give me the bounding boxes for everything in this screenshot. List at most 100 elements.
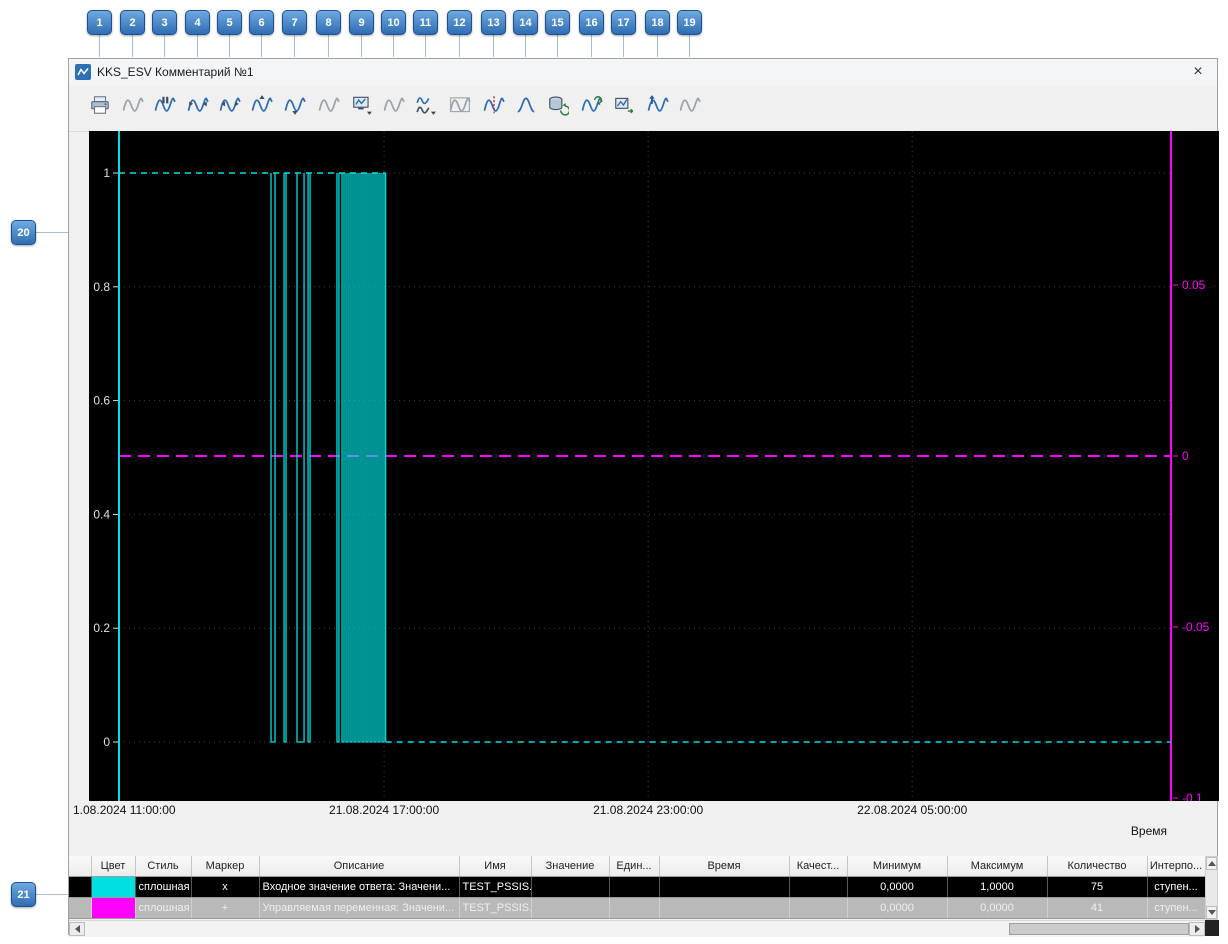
column-header-7[interactable]: Един... <box>609 856 660 877</box>
cell-value <box>531 876 610 898</box>
cell-style: сплошная <box>135 897 192 919</box>
cell-quality <box>789 876 848 898</box>
toolbar-button-curve[interactable] <box>512 93 540 121</box>
legend-row[interactable]: сплошная x Входное значение ответа: Значен… <box>69 876 1206 898</box>
callout-badge-2: 2 <box>120 10 145 35</box>
callout-badge-18: 18 <box>645 10 670 35</box>
hscroll-thumb[interactable] <box>1009 923 1189 935</box>
window-titlebar[interactable]: KKS_ESV Комментарий №1 × <box>69 59 1217 86</box>
toolbar-button-trend-mini <box>315 93 343 121</box>
cell-count: 41 <box>1047 897 1148 919</box>
toolbar-button-trend-marker[interactable] <box>480 93 508 121</box>
callout-connector <box>35 894 69 895</box>
column-header-13[interactable]: Интерпо... <box>1147 856 1206 877</box>
toolbar-button-jump-latest[interactable] <box>644 93 672 121</box>
callout-connector <box>229 33 230 57</box>
cell-description: Входное значение ответа: Значени... <box>259 876 460 898</box>
x-tick-label: 1.08.2024 11:00:00 <box>73 803 176 817</box>
x-tick-label: 21.08.2024 17:00:00 <box>329 803 440 817</box>
cell-name: TEST_PSSIS... <box>459 897 532 919</box>
trend-refresh-icon <box>581 94 603 121</box>
left-axis-label: 0 <box>103 735 110 749</box>
legend-row[interactable]: сплошная + Управляемая переменная: Значени… <box>69 897 1206 919</box>
cell-interpolation: ступен... <box>1147 897 1206 919</box>
x-tick-label: 21.08.2024 23:00:00 <box>593 803 704 817</box>
column-header-12[interactable]: Количество <box>1047 856 1148 877</box>
column-header-4[interactable]: Описание <box>259 856 460 877</box>
callout-badge-19: 19 <box>677 10 702 35</box>
callout-badge-5: 5 <box>217 10 242 35</box>
column-header-11[interactable]: Максимум <box>947 856 1048 877</box>
toolbar-button-trend-end <box>676 93 704 121</box>
trend-plot[interactable]: 1 0.8 0.6 0.4 0.2 0 0.05 0 -0.05 -0.1 <box>89 131 1219 805</box>
callout-badge-7: 7 <box>282 10 307 35</box>
row-selector[interactable] <box>69 876 92 898</box>
toolbar-button-print[interactable] <box>86 93 114 121</box>
toolbar-button-export-image[interactable] <box>610 93 638 121</box>
scale-down-icon <box>284 94 306 121</box>
column-header-0[interactable] <box>69 856 92 877</box>
toolbar-button-compress-time[interactable] <box>184 93 212 121</box>
close-button[interactable]: × <box>1185 61 1211 82</box>
right-axis-label: -0.1 <box>1182 791 1203 801</box>
column-header-1[interactable]: Цвет <box>91 856 136 877</box>
scale-up-icon <box>251 94 273 121</box>
toolbar-button-scale-down[interactable] <box>281 93 309 121</box>
toolbar-button-scale-up[interactable] <box>248 93 276 121</box>
scroll-left-button[interactable] <box>69 922 85 936</box>
column-header-3[interactable]: Маркер <box>191 856 260 877</box>
column-header-8[interactable]: Время <box>659 856 790 877</box>
toolbar-button-trend-frame <box>446 93 474 121</box>
callout-badge-14: 14 <box>513 10 538 35</box>
trend-frame-icon <box>449 94 471 121</box>
triangle-down-icon <box>1207 910 1216 915</box>
cell-count: 75 <box>1047 876 1148 898</box>
toolbar-button-trend-refresh[interactable] <box>578 93 606 121</box>
color-swatch <box>91 897 136 919</box>
toolbar-button-trend-faded <box>380 93 408 121</box>
horizontal-scrollbar[interactable] <box>69 920 1205 937</box>
callout-connector <box>657 33 658 57</box>
compress-time-icon <box>187 94 209 121</box>
callout-connector <box>425 33 426 57</box>
cell-marker: + <box>191 897 260 919</box>
callout-badge-16: 16 <box>579 10 604 35</box>
right-axis-label: 0 <box>1182 449 1189 463</box>
triangle-left-icon <box>74 925 80 933</box>
cell-style: сплошная <box>135 876 192 898</box>
scroll-right-button[interactable] <box>1189 922 1205 936</box>
callout-badge-12: 12 <box>447 10 472 35</box>
callout-connector <box>197 33 198 57</box>
cell-max: 1,0000 <box>947 876 1048 898</box>
trend-chart[interactable]: 1 0.8 0.6 0.4 0.2 0 0.05 0 -0.05 -0.1 <box>89 131 1219 805</box>
cell-unit <box>609 876 660 898</box>
column-header-9[interactable]: Качест... <box>789 856 848 877</box>
cell-unit <box>609 897 660 919</box>
cell-value <box>531 897 610 919</box>
toolbar-button-trend-pause[interactable] <box>151 93 179 121</box>
table-vscrollbar[interactable] <box>1205 856 1218 920</box>
right-axis-label: 0.05 <box>1182 278 1206 292</box>
column-header-5[interactable]: Имя <box>459 856 532 877</box>
cell-time <box>659 897 790 919</box>
callout-connector <box>393 33 394 57</box>
scroll-down-button[interactable] <box>1206 906 1217 919</box>
callout-badge-10: 10 <box>381 10 406 35</box>
column-header-2[interactable]: Стиль <box>135 856 192 877</box>
toolbar-button-screen-layout[interactable] <box>348 93 376 121</box>
callout-badge-6: 6 <box>249 10 274 35</box>
dual-scale-icon <box>415 94 437 121</box>
toolbar-button-expand-time[interactable] <box>216 93 244 121</box>
trend-mini-icon <box>318 94 340 121</box>
right-axis-label: -0.05 <box>1182 620 1210 634</box>
toolbar-button-archive-read[interactable] <box>544 93 572 121</box>
row-selector[interactable] <box>69 897 92 919</box>
scroll-up-button[interactable] <box>1206 857 1217 870</box>
callout-badge-15: 15 <box>545 10 570 35</box>
column-header-10[interactable]: Минимум <box>847 856 948 877</box>
legend-grid: Цвет Стиль Маркер Описание Имя Значение Един..… <box>69 856 1206 919</box>
cell-name: TEST_PSSIS... <box>459 876 532 898</box>
toolbar-button-dual-scale[interactable] <box>412 93 440 121</box>
cell-min: 0,0000 <box>847 897 948 919</box>
column-header-6[interactable]: Значение <box>531 856 610 877</box>
